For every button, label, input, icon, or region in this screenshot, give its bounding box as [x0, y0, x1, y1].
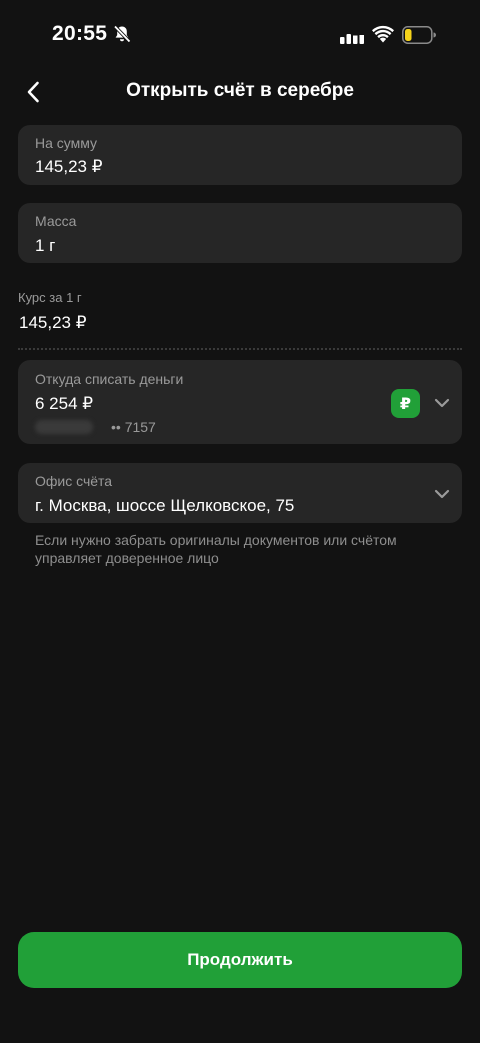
amount-value[interactable]: 145,23 ₽ — [35, 157, 103, 177]
wifi-icon — [372, 25, 394, 43]
masked-account-name — [35, 420, 93, 434]
dotted-divider — [18, 348, 462, 350]
signal-icon — [340, 27, 364, 44]
office-hint: Если нужно забрать оригиналы документов … — [35, 532, 397, 566]
source-account-selector[interactable]: Откуда списать деньги 6 254 ₽ •• 7157 ₽ — [18, 360, 462, 444]
status-bar: 20:55 — [0, 0, 480, 70]
mass-value[interactable]: 1 г — [35, 236, 55, 256]
account-number: •• 7157 — [111, 419, 156, 435]
rate-value: 145,23 ₽ — [19, 313, 87, 332]
source-label: Откуда списать деньги — [35, 371, 184, 387]
amount-field[interactable]: На сумму 145,23 ₽ — [18, 125, 462, 185]
office-label: Офис счёта — [35, 473, 113, 489]
chevron-down-icon — [434, 398, 450, 408]
mass-field[interactable]: Масса 1 г — [18, 203, 462, 263]
amount-label: На сумму — [35, 135, 98, 151]
battery-icon — [402, 26, 436, 44]
ruble-icon: ₽ — [391, 389, 420, 418]
source-balance: 6 254 ₽ — [35, 394, 94, 413]
continue-button[interactable]: Продолжить — [18, 932, 462, 988]
status-time: 20:55 — [52, 22, 108, 45]
office-value: г. Москва, шоссе Щелковское, 75 — [35, 496, 295, 515]
header: Открыть счёт в серебре — [0, 72, 480, 112]
rate-label: Курс за 1 г — [18, 290, 82, 305]
chevron-down-icon — [434, 489, 450, 499]
bell-off-icon — [113, 25, 131, 43]
page-title: Открыть счёт в серебре — [126, 80, 354, 101]
mass-label: Масса — [35, 213, 77, 229]
office-selector[interactable]: Офис счёта г. Москва, шоссе Щелковское, … — [18, 463, 462, 523]
